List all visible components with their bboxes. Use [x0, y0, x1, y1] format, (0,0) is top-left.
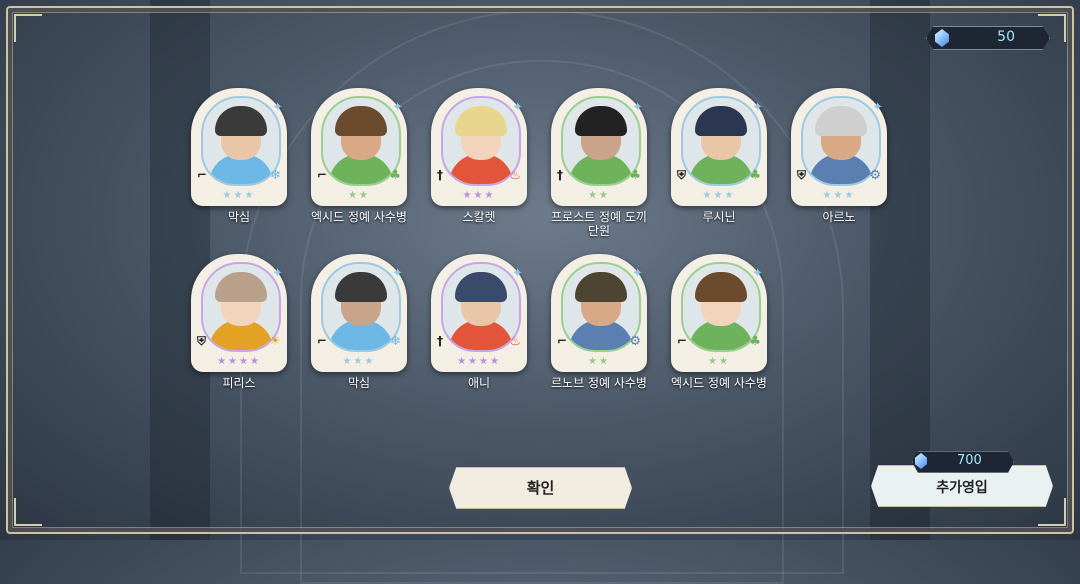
- character-name: 르노브 정예 사수병: [551, 376, 647, 390]
- character-badge: ✦ ⌐ ⚙ ★★: [551, 254, 647, 372]
- character-card[interactable]: ✦ ⌐ ♣ ★★ 엑시드 정예 사수병: [311, 88, 407, 224]
- character-portrait: [683, 264, 759, 350]
- character-badge: ✦ ⌐ ❄ ★★★: [311, 254, 407, 372]
- character-card[interactable]: ✦ ⛨ ♣ ★★★ 루시닌: [671, 88, 767, 224]
- rarity-sparkle-icon: ✦: [752, 266, 763, 281]
- gunner-icon: ⌐: [197, 168, 208, 182]
- star-rating: ★★★: [342, 356, 376, 367]
- star-rating: ★★★★: [217, 356, 261, 367]
- portrait-frame: [201, 96, 281, 186]
- character-card[interactable]: ✦ ⌐ ⚙ ★★ 르노브 정예 사수병: [551, 254, 647, 390]
- light-icon: ☀: [269, 334, 281, 349]
- character-card[interactable]: ✦ ⌐ ❄ ★★★ 막심: [191, 88, 287, 224]
- character-portrait: [443, 264, 519, 350]
- character-badge: ✦ † ♣ ★★: [551, 88, 647, 206]
- character-name: 엑시드 정예 사수병: [671, 376, 767, 390]
- character-badge: ✦ † ♨ ★★★★: [431, 254, 527, 372]
- fire-icon: ♨: [509, 334, 521, 349]
- character-name: 막심: [227, 210, 251, 224]
- shield-icon: ⛨: [797, 168, 807, 182]
- blue-gem-icon: [935, 29, 949, 47]
- character-name: 아르노: [822, 210, 856, 224]
- star-rating: ★★★: [462, 190, 496, 201]
- character-portrait: [563, 264, 639, 350]
- star-rating: ★★: [708, 356, 730, 367]
- frame-corner-bl: [14, 498, 42, 526]
- ice-icon: ❄: [390, 334, 401, 349]
- rarity-sparkle-icon: ✦: [272, 266, 283, 281]
- character-name: 엑시드 정예 사수병: [311, 210, 407, 224]
- confirm-button[interactable]: 확인: [449, 467, 632, 509]
- star-rating: ★★: [588, 356, 610, 367]
- gunner-icon: ⌐: [317, 334, 328, 348]
- rarity-sparkle-icon: ✦: [632, 266, 643, 281]
- rarity-sparkle-icon: ✦: [392, 100, 403, 115]
- gear-icon: ⚙: [869, 168, 881, 183]
- character-card[interactable]: ✦ † ♣ ★★ 프로스트 정예 도끼단원: [551, 88, 647, 238]
- shield-icon: ⛨: [197, 334, 207, 348]
- character-badge: ✦ ⛨ ♣ ★★★: [671, 88, 767, 206]
- character-portrait: [803, 98, 879, 184]
- character-card[interactable]: ✦ † ♨ ★★★ 스칼렛: [431, 88, 527, 224]
- character-badge: ✦ ⛨ ☀ ★★★★: [191, 254, 287, 372]
- character-name: 스칼렛: [462, 210, 496, 224]
- rarity-sparkle-icon: ✦: [632, 100, 643, 115]
- sword-icon: †: [437, 168, 443, 182]
- blue-gem-icon: [915, 453, 927, 469]
- sword-icon: †: [557, 168, 563, 182]
- wood-icon: ♣: [629, 168, 641, 183]
- character-badge: ✦ † ♨ ★★★: [431, 88, 527, 206]
- character-badge: ✦ ⌐ ♣ ★★: [311, 88, 407, 206]
- character-portrait: [323, 98, 399, 184]
- portrait-frame: [321, 262, 401, 352]
- shield-icon: ⛨: [677, 168, 687, 182]
- star-rating: ★★★★: [457, 356, 501, 367]
- gunner-icon: ⌐: [317, 168, 328, 182]
- frame-corner-tl: [14, 14, 42, 42]
- star-rating: ★★★: [822, 190, 856, 201]
- ice-icon: ❄: [270, 168, 281, 183]
- character-card[interactable]: ✦ ⛨ ☀ ★★★★ 피리스: [191, 254, 287, 390]
- gem-currency-display: 50: [926, 26, 1050, 50]
- recruit-cost-amount: 700: [957, 453, 982, 468]
- gem-amount: 50: [997, 29, 1015, 45]
- star-rating: ★★★: [222, 190, 256, 201]
- character-portrait: [443, 98, 519, 184]
- fire-icon: ♨: [509, 168, 521, 183]
- wood-icon: ♣: [749, 168, 761, 183]
- sword-icon: †: [437, 334, 443, 348]
- character-card[interactable]: ✦ † ♨ ★★★★ 애니: [431, 254, 527, 390]
- rarity-sparkle-icon: ✦: [392, 266, 403, 281]
- gear-icon: ⚙: [629, 334, 641, 349]
- character-name: 프로스트 정예 도끼단원: [551, 210, 647, 238]
- character-name: 애니: [467, 376, 491, 390]
- star-rating: ★★★: [702, 190, 736, 201]
- character-card[interactable]: ✦ ⌐ ♣ ★★ 엑시드 정예 사수병: [671, 254, 767, 390]
- rarity-sparkle-icon: ✦: [272, 100, 283, 115]
- character-name: 막심: [347, 376, 371, 390]
- character-card[interactable]: ✦ ⌐ ❄ ★★★ 막심: [311, 254, 407, 390]
- star-rating: ★★: [348, 190, 370, 201]
- character-name: 피리스: [222, 376, 256, 390]
- character-badge: ✦ ⌐ ❄ ★★★: [191, 88, 287, 206]
- character-portrait: [323, 264, 399, 350]
- wood-icon: ♣: [389, 168, 401, 183]
- rarity-sparkle-icon: ✦: [752, 100, 763, 115]
- character-card[interactable]: ✦ ⛨ ⚙ ★★★ 아르노: [791, 88, 887, 224]
- rarity-sparkle-icon: ✦: [512, 100, 523, 115]
- character-portrait: [683, 98, 759, 184]
- character-name: 루시닌: [702, 210, 736, 224]
- character-portrait: [203, 98, 279, 184]
- gunner-icon: ⌐: [677, 334, 688, 348]
- character-portrait: [203, 264, 279, 350]
- wood-icon: ♣: [749, 334, 761, 349]
- rarity-sparkle-icon: ✦: [512, 266, 523, 281]
- character-badge: ✦ ⌐ ♣ ★★: [671, 254, 767, 372]
- character-badge: ✦ ⛨ ⚙ ★★★: [791, 88, 887, 206]
- character-portrait: [563, 98, 639, 184]
- gunner-icon: ⌐: [557, 334, 568, 348]
- rarity-sparkle-icon: ✦: [872, 100, 883, 115]
- star-rating: ★★: [588, 190, 610, 201]
- recruit-cost-display: 700: [912, 451, 1014, 473]
